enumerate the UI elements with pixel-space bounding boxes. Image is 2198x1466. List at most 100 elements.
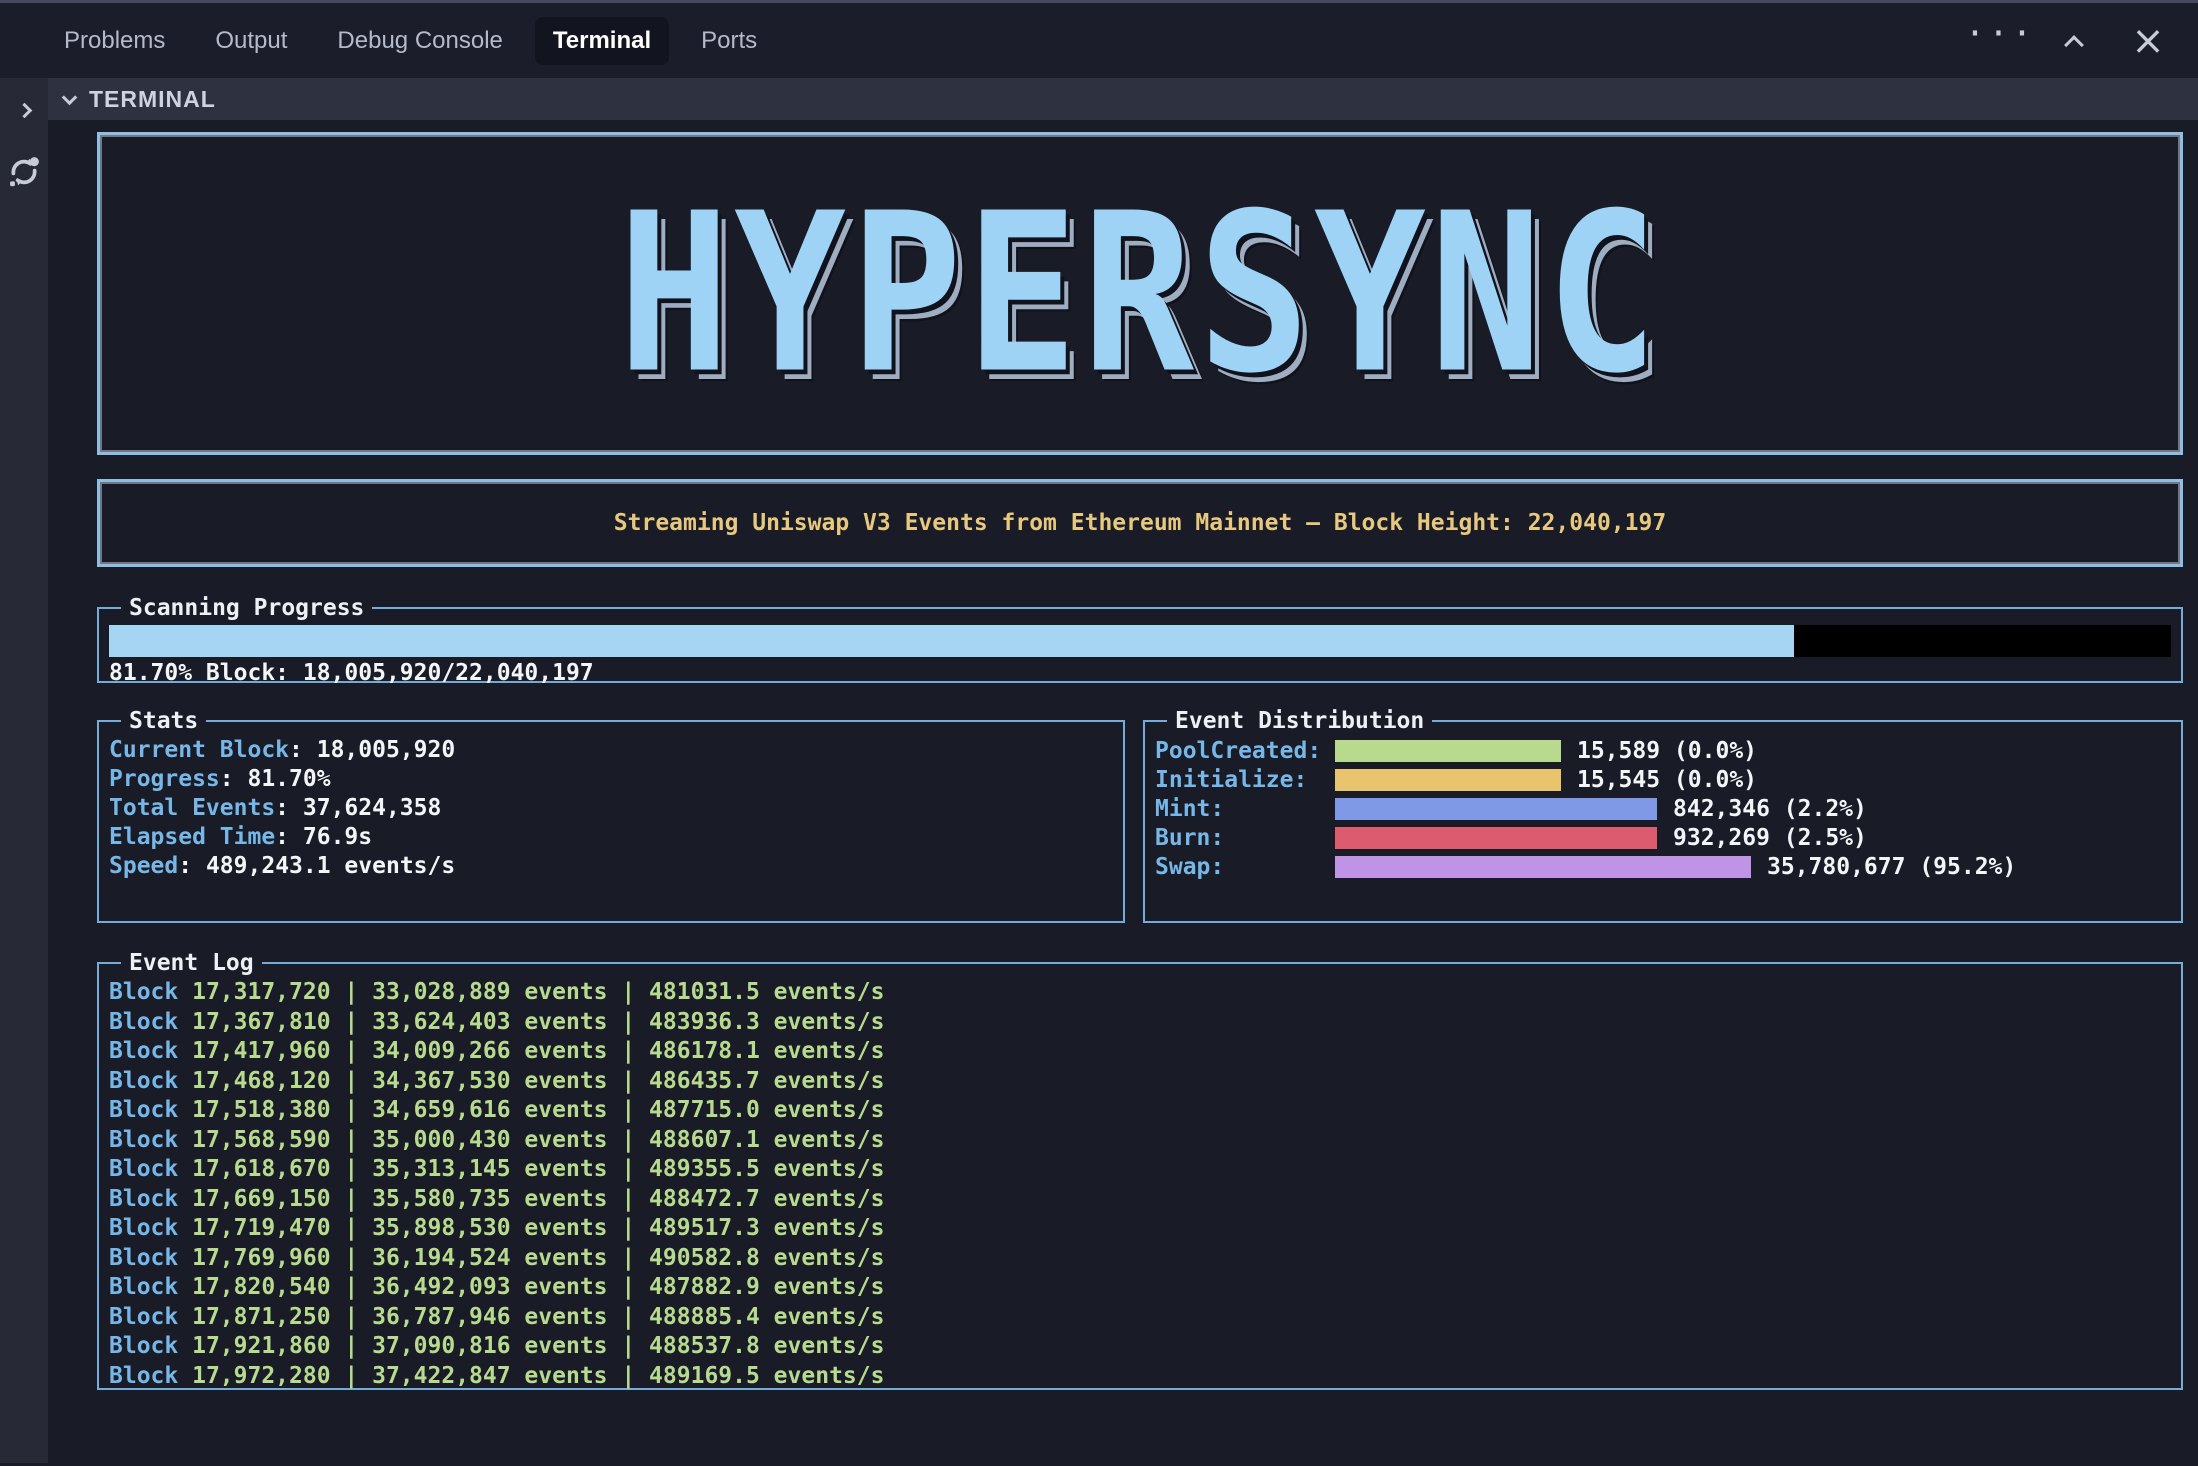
stat-value: 18,005,920: [317, 737, 455, 763]
event-log-row: Block 17,367,810 | 33,624,403 events | 4…: [109, 1008, 2171, 1038]
status-box: Streaming Uniswap V3 Events from Ethereu…: [97, 479, 2183, 567]
distribution-row: Initialize:15,545 (0.0%): [1155, 765, 2171, 794]
stat-row: Elapsed Time: 76.9s: [109, 823, 1113, 852]
log-entry: 17,820,540 | 36,492,093 events | 487882.…: [192, 1274, 884, 1300]
log-keyword: Block: [109, 1186, 192, 1212]
distribution-label: Burn:: [1155, 825, 1335, 851]
event-log-row: Block 17,719,470 | 35,898,530 events | 4…: [109, 1214, 2171, 1244]
sync-task-button[interactable]: [4, 152, 44, 192]
event-log-row: Block 17,769,960 | 36,194,524 events | 4…: [109, 1244, 2171, 1274]
terminal-section-header: TERMINAL: [48, 78, 2198, 120]
log-entry: 17,468,120 | 34,367,530 events | 486435.…: [192, 1068, 884, 1094]
tab-output[interactable]: Output: [197, 17, 305, 65]
close-icon: ×: [2131, 21, 2165, 61]
ellipsis-icon: ···: [1965, 29, 2035, 53]
stat-separator: :: [275, 824, 303, 850]
progress-bar-fill: [109, 625, 1794, 657]
log-entry: 17,568,590 | 35,000,430 events | 488607.…: [192, 1127, 884, 1153]
distribution-row: Burn: 932,269 (2.5%): [1155, 823, 2171, 852]
log-keyword: Block: [109, 979, 192, 1005]
distribution-label: PoolCreated:: [1155, 738, 1335, 764]
log-entry: 17,972,280 | 37,422,847 events | 489169.…: [192, 1363, 884, 1389]
log-entry: 17,669,150 | 35,580,735 events | 488472.…: [192, 1186, 884, 1212]
event-distribution-rows: PoolCreated: 15,589 (0.0%)Initialize:15,5…: [1155, 736, 2171, 881]
distribution-label: Initialize:: [1155, 767, 1335, 793]
distribution-bar: [1335, 798, 1657, 820]
tab-problems[interactable]: Problems: [46, 17, 183, 65]
log-entry: 17,921,860 | 37,090,816 events | 488537.…: [192, 1333, 884, 1359]
hypersync-logo: HYPERSYNC: [618, 184, 1662, 403]
event-distribution-title: Event Distribution: [1167, 708, 1432, 734]
event-log-row: Block 17,618,670 | 35,313,145 events | 4…: [109, 1155, 2171, 1185]
log-keyword: Block: [109, 1097, 192, 1123]
stat-value: 489,243.1 events/s: [206, 853, 455, 879]
distribution-row: Swap: 35,780,677 (95.2%): [1155, 852, 2171, 881]
log-keyword: Block: [109, 1333, 192, 1359]
chevron-up-icon: [2064, 35, 2084, 55]
stat-value: 37,624,358: [303, 795, 441, 821]
stats-box: Stats Current Block: 18,005,920Progress:…: [97, 708, 1125, 923]
stat-label: Speed: [109, 853, 178, 879]
maximize-panel-button[interactable]: [2054, 21, 2094, 61]
tab-terminal[interactable]: Terminal: [535, 17, 669, 65]
log-keyword: Block: [109, 1274, 192, 1300]
terminal-viewport[interactable]: HYPERSYNC Streaming Uniswap V3 Events fr…: [48, 120, 2198, 1463]
stat-separator: :: [178, 853, 206, 879]
event-log-row: Block 17,669,150 | 35,580,735 events | 4…: [109, 1185, 2171, 1215]
distribution-value: 842,346 (2.2%): [1673, 796, 1867, 822]
log-keyword: Block: [109, 1215, 192, 1241]
event-distribution-box: Event Distribution PoolCreated: 15,589 (0…: [1143, 708, 2183, 923]
distribution-label: Swap:: [1155, 854, 1335, 880]
event-log-title: Event Log: [121, 950, 262, 976]
expand-rail-button[interactable]: [4, 90, 44, 130]
log-entry: 17,518,380 | 34,659,616 events | 487715.…: [192, 1097, 884, 1123]
stat-separator: :: [275, 795, 303, 821]
stat-label: Total Events: [109, 795, 275, 821]
sync-icon: [7, 155, 41, 189]
log-keyword: Block: [109, 1304, 192, 1330]
log-entry: 17,871,250 | 36,787,946 events | 488885.…: [192, 1304, 884, 1330]
progress-bar-track: [109, 625, 2171, 657]
stat-row: Total Events: 37,624,358: [109, 794, 1113, 823]
panel-tabbar: Problems Output Debug Console Terminal Ports…: [0, 0, 2198, 78]
more-actions-button[interactable]: ···: [1980, 21, 2020, 61]
event-log-row: Block 17,921,860 | 37,090,816 events | 4…: [109, 1332, 2171, 1362]
distribution-value: 15,589 (0.0%): [1577, 738, 1757, 764]
chevron-right-icon: [16, 102, 32, 118]
distribution-bar: [1335, 827, 1657, 849]
stats-rows: Current Block: 18,005,920Progress: 81.70…: [109, 736, 1113, 881]
panel-tabs: Problems Output Debug Console Terminal Ports: [0, 17, 775, 65]
stats-title: Stats: [121, 708, 206, 734]
scanning-progress-title: Scanning Progress: [121, 595, 372, 621]
stat-label: Progress: [109, 766, 220, 792]
event-log-row: Block 17,417,960 | 34,009,266 events | 4…: [109, 1037, 2171, 1067]
tab-debug-console[interactable]: Debug Console: [319, 17, 520, 65]
chevron-down-icon[interactable]: [62, 89, 78, 105]
distribution-bar: [1335, 769, 1561, 791]
stat-value: 81.70%: [247, 766, 330, 792]
event-log-row: Block 17,317,720 | 33,028,889 events | 4…: [109, 978, 2171, 1008]
log-entry: 17,769,960 | 36,194,524 events | 490582.…: [192, 1245, 884, 1271]
log-entry: 17,317,720 | 33,028,889 events | 481031.…: [192, 979, 884, 1005]
log-keyword: Block: [109, 1127, 192, 1153]
distribution-bar: [1335, 740, 1561, 762]
stat-separator: :: [220, 766, 248, 792]
log-entry: 17,618,670 | 35,313,145 events | 489355.…: [192, 1156, 884, 1182]
panel-actions: ··· ×: [1980, 21, 2198, 61]
log-keyword: Block: [109, 1156, 192, 1182]
stat-value: 76.9s: [303, 824, 372, 850]
stat-row: Progress: 81.70%: [109, 765, 1113, 794]
log-keyword: Block: [109, 1038, 192, 1064]
event-log-rows: Block 17,317,720 | 33,028,889 events | 4…: [109, 978, 2171, 1391]
distribution-value: 35,780,677 (95.2%): [1767, 854, 2016, 880]
stat-label: Current Block: [109, 737, 289, 763]
terminal-section-label: TERMINAL: [89, 86, 216, 113]
scanning-progress-box: Scanning Progress 81.70% Block: 18,005,9…: [97, 595, 2183, 683]
distribution-value: 932,269 (2.5%): [1673, 825, 1867, 851]
tab-ports[interactable]: Ports: [683, 17, 775, 65]
close-panel-button[interactable]: ×: [2128, 21, 2168, 61]
event-log-box: Event Log Block 17,317,720 | 33,028,889 …: [97, 950, 2183, 1390]
progress-text: 81.70% Block: 18,005,920/22,040,197: [109, 660, 2171, 686]
log-entry: 17,719,470 | 35,898,530 events | 489517.…: [192, 1215, 884, 1241]
distribution-bar: [1335, 856, 1751, 878]
